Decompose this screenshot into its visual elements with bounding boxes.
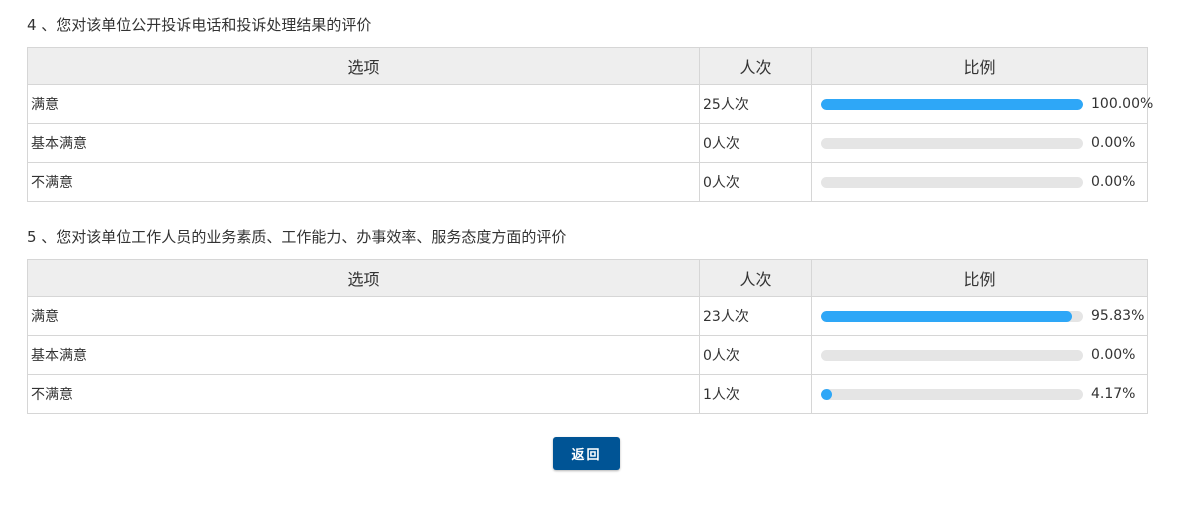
progress-bar-fill — [821, 98, 1083, 110]
header-option: 选项 — [27, 47, 700, 85]
progress-bar-track — [821, 176, 1083, 188]
ratio-cell: 95.83% — [811, 296, 1148, 336]
option-label: 基本满意 — [27, 123, 700, 163]
result-table: 选项 人次 比例 满意 23人次 95.83% 基本满意 0人次 0.00% 不… — [27, 259, 1148, 414]
percent-value: 0.00% — [1091, 174, 1136, 190]
progress-bar-track — [821, 137, 1083, 149]
percent-value: 0.00% — [1091, 135, 1136, 151]
survey-results: 4 、您对该单位公开投诉电话和投诉处理结果的评价 选项 人次 比例 满意 25人… — [27, 0, 1153, 414]
option-label: 满意 — [27, 84, 700, 124]
ratio-cell: 4.17% — [811, 374, 1148, 414]
progress-bar-track — [821, 388, 1083, 400]
percent-value: 4.17% — [1091, 386, 1136, 402]
ratio-cell: 0.00% — [811, 335, 1148, 375]
count-value: 23人次 — [699, 296, 812, 336]
result-table: 选项 人次 比例 满意 25人次 100.00% 基本满意 0人次 0.00% … — [27, 47, 1153, 202]
table-row: 基本满意 0人次 0.00% — [27, 335, 1148, 375]
progress-bar-fill — [821, 310, 1073, 322]
ratio-cell: 100.00% — [811, 84, 1153, 124]
option-label: 不满意 — [27, 162, 700, 202]
ratio-cell: 0.00% — [811, 123, 1148, 163]
option-label: 不满意 — [27, 374, 700, 414]
progress-bar-fill — [821, 388, 832, 400]
count-value: 0人次 — [699, 335, 812, 375]
ratio-cell: 0.00% — [811, 162, 1148, 202]
progress-bar-track — [821, 98, 1083, 110]
percent-value: 100.00% — [1091, 96, 1154, 112]
table-row: 满意 23人次 95.83% — [27, 296, 1148, 336]
option-label: 基本满意 — [27, 335, 700, 375]
question-title: 4 、您对该单位公开投诉电话和投诉处理结果的评价 — [27, 16, 372, 34]
count-value: 0人次 — [699, 162, 812, 202]
header-ratio: 比例 — [811, 259, 1148, 297]
count-value: 0人次 — [699, 123, 812, 163]
header-count: 人次 — [699, 47, 812, 85]
table-row: 满意 25人次 100.00% — [27, 84, 1153, 124]
count-value: 25人次 — [699, 84, 812, 124]
table-header-row: 选项 人次 比例 — [27, 47, 1148, 85]
header-ratio: 比例 — [811, 47, 1148, 85]
percent-value: 0.00% — [1091, 347, 1136, 363]
progress-bar-track — [821, 310, 1083, 322]
table-row: 不满意 1人次 4.17% — [27, 374, 1148, 414]
progress-bar-track — [821, 349, 1083, 361]
header-option: 选项 — [27, 259, 700, 297]
back-button[interactable]: 返回 — [553, 437, 620, 470]
table-row: 不满意 0人次 0.00% — [27, 162, 1148, 202]
option-label: 满意 — [27, 296, 700, 336]
table-header-row: 选项 人次 比例 — [27, 259, 1148, 297]
question-title: 5 、您对该单位工作人员的业务素质、工作能力、办事效率、服务态度方面的评价 — [27, 228, 567, 246]
header-count: 人次 — [699, 259, 812, 297]
percent-value: 95.83% — [1091, 308, 1145, 324]
count-value: 1人次 — [699, 374, 812, 414]
table-row: 基本满意 0人次 0.00% — [27, 123, 1148, 163]
